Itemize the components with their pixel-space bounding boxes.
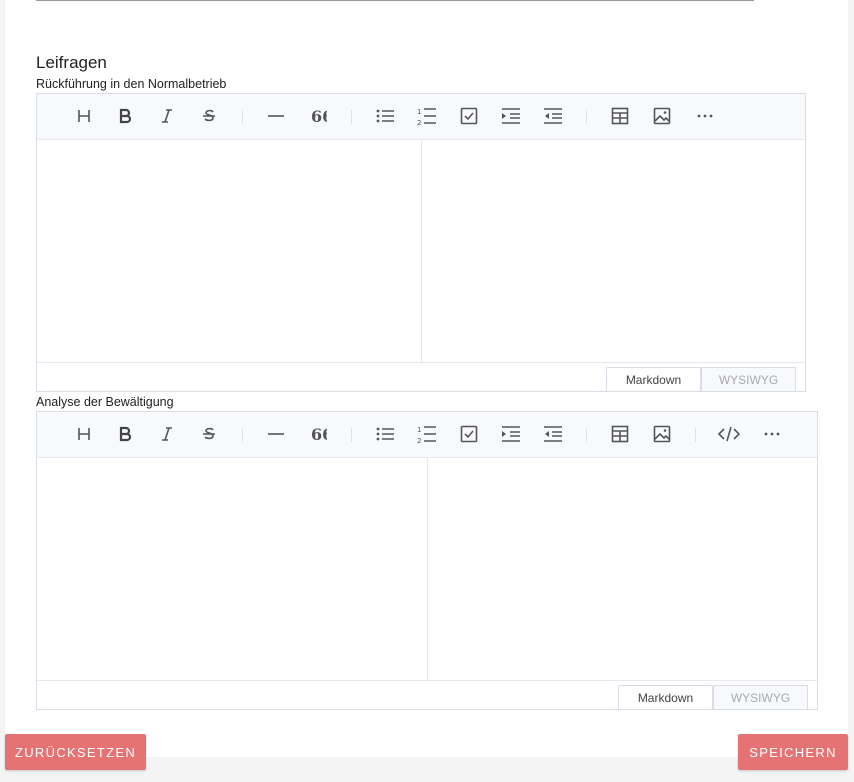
outdent-icon[interactable] <box>540 103 566 129</box>
bold-icon[interactable] <box>112 103 138 129</box>
task-list-icon[interactable] <box>456 421 482 447</box>
editor2-label: Analyse der Bewältigung <box>36 395 174 409</box>
bullet-list-icon[interactable] <box>372 421 398 447</box>
save-button[interactable]: SPEICHERN <box>738 734 848 770</box>
toolbar-divider <box>586 428 587 442</box>
mode-wysiwyg-tab[interactable]: WYSIWYG <box>713 685 808 709</box>
image-icon[interactable] <box>649 103 675 129</box>
editor2-toolbar: 66 12 <box>37 412 817 458</box>
strike-icon[interactable] <box>196 103 222 129</box>
svg-text:1: 1 <box>417 108 421 116</box>
divider <box>36 0 754 1</box>
task-list-icon[interactable] <box>456 103 482 129</box>
table-icon[interactable] <box>607 103 633 129</box>
svg-text:66: 66 <box>311 107 327 125</box>
toolbar-divider <box>242 428 243 442</box>
mode-markdown-tab[interactable]: Markdown <box>606 367 701 391</box>
more-icon[interactable] <box>759 421 785 447</box>
quote-icon[interactable]: 66 <box>305 421 331 447</box>
preview-pane <box>422 139 805 364</box>
toolbar-divider <box>351 428 352 442</box>
ordered-list-icon[interactable]: 12 <box>414 421 440 447</box>
bold-icon[interactable] <box>112 421 138 447</box>
mode-markdown-tab[interactable]: Markdown <box>618 685 713 709</box>
code-block-icon[interactable] <box>716 421 742 447</box>
toolbar-divider <box>586 110 587 124</box>
heading-icon[interactable] <box>71 421 97 447</box>
editor1: 66 12 Markdown WYSIWYG <box>36 93 806 392</box>
markdown-pane[interactable] <box>37 457 427 682</box>
svg-text:2: 2 <box>417 119 421 126</box>
indent-icon[interactable] <box>498 103 524 129</box>
ordered-list-icon[interactable]: 12 <box>414 103 440 129</box>
preview-pane <box>428 457 817 682</box>
indent-icon[interactable] <box>498 421 524 447</box>
toolbar-divider <box>242 110 243 124</box>
bullet-list-icon[interactable] <box>372 103 398 129</box>
mode-wysiwyg-tab[interactable]: WYSIWYG <box>701 367 796 391</box>
svg-text:66: 66 <box>311 425 327 443</box>
toolbar-divider <box>351 110 352 124</box>
image-icon[interactable] <box>649 421 675 447</box>
quote-icon[interactable]: 66 <box>305 103 331 129</box>
hr-icon[interactable] <box>263 421 289 447</box>
reset-button[interactable]: ZURÜCKSETZEN <box>5 734 146 770</box>
hr-icon[interactable] <box>263 103 289 129</box>
italic-icon[interactable] <box>154 103 180 129</box>
table-icon[interactable] <box>607 421 633 447</box>
heading-icon[interactable] <box>71 103 97 129</box>
outdent-icon[interactable] <box>540 421 566 447</box>
editor1-label: Rückführung in den Normalbetrieb <box>36 77 227 91</box>
more-icon[interactable] <box>692 103 718 129</box>
svg-text:1: 1 <box>417 426 421 434</box>
editor2-footer: Markdown WYSIWYG <box>37 680 817 709</box>
editor2: 66 12 Mar <box>36 411 818 710</box>
svg-text:2: 2 <box>417 437 421 444</box>
strike-icon[interactable] <box>196 421 222 447</box>
toolbar-divider <box>695 428 696 442</box>
editor1-footer: Markdown WYSIWYG <box>37 362 805 391</box>
markdown-pane[interactable] <box>37 139 421 364</box>
italic-icon[interactable] <box>154 421 180 447</box>
editor1-toolbar: 66 12 <box>37 94 805 140</box>
section-title: Leifragen <box>36 53 107 72</box>
